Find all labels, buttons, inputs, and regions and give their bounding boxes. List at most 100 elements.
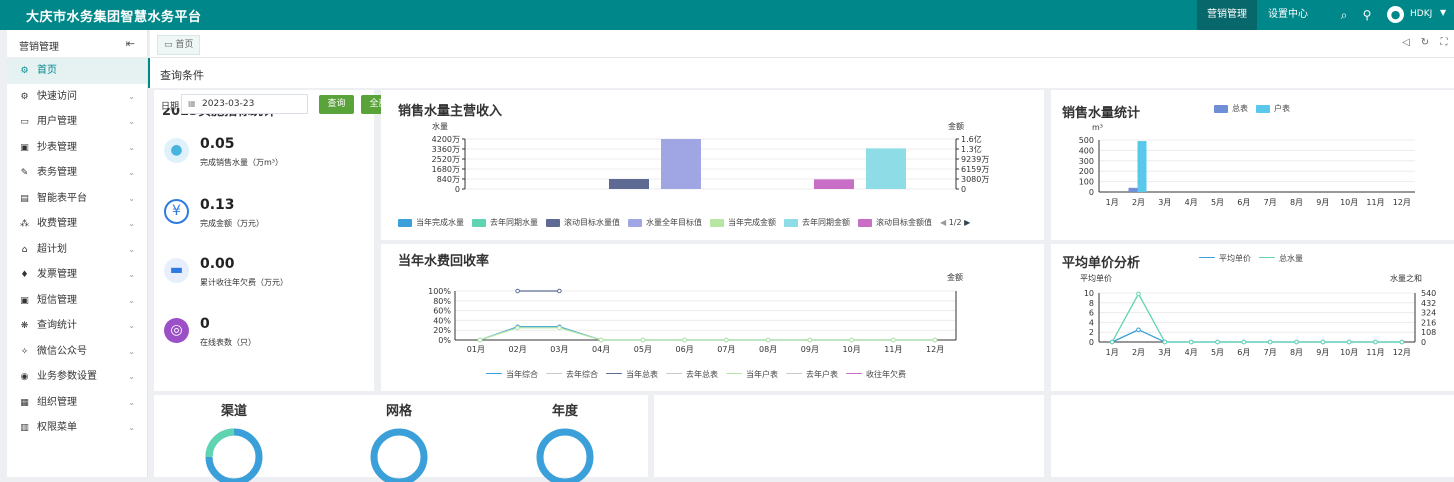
left-tick-label: 10 bbox=[1084, 289, 1094, 298]
collapse-sidebar-icon[interactable]: ⇤ bbox=[126, 37, 135, 50]
notification-icon[interactable]: ⚲ bbox=[1358, 0, 1376, 30]
legend-item[interactable]: 当年综合 bbox=[486, 369, 538, 380]
search-list-icon[interactable]: ⌕ bbox=[1335, 0, 1353, 30]
legend-item[interactable]: 总水量 bbox=[1259, 253, 1303, 264]
next-page-icon[interactable]: ▶ bbox=[964, 218, 970, 227]
query-bar-accent bbox=[148, 58, 150, 88]
chevron-down-icon: ⌄ bbox=[128, 244, 135, 254]
refresh-icon[interactable]: ↻ bbox=[1418, 37, 1432, 48]
user-name[interactable]: HDKJ bbox=[1410, 9, 1432, 19]
sidebar-item-0[interactable]: ⚙ 首页 bbox=[7, 58, 147, 84]
stats-icon: ❋ bbox=[20, 321, 29, 331]
nav-marketing-management[interactable]: 营销管理 bbox=[1197, 0, 1257, 30]
sidebar-item-label: 用户管理 bbox=[37, 116, 77, 127]
chevron-down-icon: ⌄ bbox=[128, 423, 135, 432]
date-picker-input[interactable]: ▦ 2023-03-23 bbox=[181, 94, 308, 114]
legend-item[interactable]: 当年总表 bbox=[606, 369, 658, 380]
unit-price-legend: 平均单价 总水量 bbox=[1199, 253, 1311, 264]
legend-item[interactable]: 滚动目标水量值 bbox=[546, 217, 620, 228]
sidebar-item-4[interactable]: ✎ 表务管理 ⌄ bbox=[7, 160, 147, 186]
y-tick-label: 400 bbox=[1079, 146, 1094, 155]
sidebar-item-7[interactable]: ⌂ 超计划 ⌄ bbox=[7, 237, 147, 263]
legend-item[interactable]: 去年综合 bbox=[546, 369, 598, 380]
chevron-down-icon: ⌄ bbox=[128, 397, 135, 407]
sidebar-item-label: 短信管理 bbox=[37, 294, 77, 306]
legend-item[interactable]: 收往年欠费 bbox=[846, 369, 906, 380]
user-dropdown-icon[interactable]: ▼ bbox=[1440, 8, 1446, 17]
legend-item[interactable]: 去年户表 bbox=[786, 369, 838, 380]
x-tick-label: 08月 bbox=[759, 345, 777, 354]
sidebar-item-2[interactable]: ▭ 用户管理 ⌄ bbox=[7, 109, 147, 135]
sidebar-item-label: 表务管理 bbox=[37, 167, 77, 178]
legend-item[interactable]: 去年同期水量 bbox=[472, 217, 538, 228]
x-tick-label: 10月 bbox=[843, 345, 861, 354]
sidebar-item-9[interactable]: ▣ 短信管理 ⌄ bbox=[7, 288, 147, 314]
stat-label: 完成金额（万元） bbox=[200, 219, 264, 228]
left-tick-label: 3360万 bbox=[432, 145, 460, 154]
prev-page-icon[interactable]: ◀ bbox=[940, 218, 946, 227]
legend-item[interactable]: 当年户表 bbox=[726, 369, 778, 380]
right-tick-label: 108 bbox=[1421, 328, 1436, 337]
monitor-icon: ▭ bbox=[20, 117, 29, 127]
bottom-middle-panel bbox=[654, 395, 1044, 477]
legend-item[interactable]: 去年同期金额 bbox=[784, 217, 850, 228]
sidebar-item-14[interactable]: ▥ 权限菜单 ⌄ bbox=[7, 415, 147, 441]
app-title: 大庆市水务集团智慧水务平台 bbox=[26, 10, 202, 25]
sidebar-item-5[interactable]: ▤ 智能表平台 ⌄ bbox=[7, 186, 147, 212]
user-avatar-icon[interactable]: ● bbox=[1387, 6, 1404, 23]
legend-item[interactable]: 滚动目标金额值 bbox=[858, 217, 932, 228]
sidebar-item-10[interactable]: ❋ 查询统计 ⌄ bbox=[7, 313, 147, 339]
legend-item[interactable]: 去年总表 bbox=[666, 369, 718, 380]
stat-value: 0.05 bbox=[200, 136, 235, 152]
x-tick-label: 4月 bbox=[1185, 198, 1198, 207]
y-tick-label: 40% bbox=[433, 316, 451, 325]
sidebar-item-3[interactable]: ▣ 抄表管理 ⌄ bbox=[7, 135, 147, 161]
org-icon: ▦ bbox=[20, 397, 29, 408]
legend-swatch bbox=[546, 373, 562, 374]
printer-icon: ▬ bbox=[164, 258, 189, 283]
legend-item[interactable]: 当年完成金额 bbox=[710, 217, 776, 228]
tab-home[interactable]: ▭ 首页 bbox=[157, 35, 201, 55]
legend-swatch bbox=[1259, 257, 1275, 258]
sidebar-item-11[interactable]: ✧ 微信公众号 ⌄ bbox=[7, 339, 147, 365]
point-总水量 bbox=[1109, 339, 1115, 345]
chevron-down-icon: ⌄ bbox=[128, 142, 135, 152]
sidebar-item-label: 业务参数设置 bbox=[37, 371, 97, 382]
unit-price-right-axis-title: 水量之和 bbox=[1390, 274, 1422, 283]
point-总水量 bbox=[1294, 339, 1299, 345]
left-tick-label: 0 bbox=[1089, 338, 1094, 347]
tab-home-label: 首页 bbox=[175, 40, 194, 50]
sidebar-item-8[interactable]: ♦ 发票管理 ⌄ bbox=[7, 262, 147, 288]
sidebar-item-13[interactable]: ▦ 组织管理 ⌄ bbox=[7, 390, 147, 416]
fullscreen-icon[interactable]: ⛶ bbox=[1437, 37, 1451, 48]
legend-item[interactable]: 水量全年目标值 bbox=[628, 217, 702, 228]
sidebar-item-label: 抄表管理 bbox=[37, 141, 77, 153]
sidebar-item-6[interactable]: ⁂ 收费管理 ⌄ bbox=[7, 211, 147, 237]
sidebar-item-12[interactable]: ◉ 业务参数设置 ⌄ bbox=[7, 364, 147, 390]
sidebar-item-1[interactable]: ⚙ 快速访问 ⌄ bbox=[7, 84, 147, 110]
bar-0 bbox=[609, 179, 649, 189]
right-tick-label: 216 bbox=[1421, 318, 1436, 327]
sidebar-item-label: 智能表平台 bbox=[37, 192, 87, 204]
donut-title: 渠道 bbox=[220, 404, 247, 419]
sidebar-item-label: 权限菜单 bbox=[37, 422, 77, 433]
legend-swatch bbox=[398, 218, 412, 227]
legend-item[interactable]: 户表 bbox=[1256, 103, 1290, 114]
point-当年户表 bbox=[932, 337, 938, 343]
right-axis-title: 金额 bbox=[948, 121, 964, 131]
legend-item[interactable]: 当年完成水量 bbox=[398, 217, 464, 228]
legend-item[interactable]: 平均单价 bbox=[1199, 253, 1251, 264]
speaker-icon[interactable]: ◁ bbox=[1399, 37, 1413, 48]
x-tick-label: 5月 bbox=[1211, 198, 1224, 207]
point-平均单价 bbox=[1136, 327, 1141, 333]
query-button[interactable]: 查询 bbox=[319, 95, 354, 114]
legend-item[interactable]: 总表 bbox=[1214, 103, 1248, 114]
right-tick-label: 540 bbox=[1421, 289, 1436, 298]
stat-label: 完成销售水量（万m³） bbox=[200, 158, 283, 167]
query-conditions-title: 查询条件 bbox=[160, 69, 204, 82]
left-tick-label: 1680万 bbox=[432, 165, 460, 174]
y-tick-label: 500 bbox=[1079, 136, 1094, 145]
nav-settings-center[interactable]: 设置中心 bbox=[1259, 0, 1317, 30]
legend-pager[interactable]: ◀ 1/2 ▶ bbox=[940, 218, 970, 227]
legend-swatch bbox=[486, 373, 502, 374]
